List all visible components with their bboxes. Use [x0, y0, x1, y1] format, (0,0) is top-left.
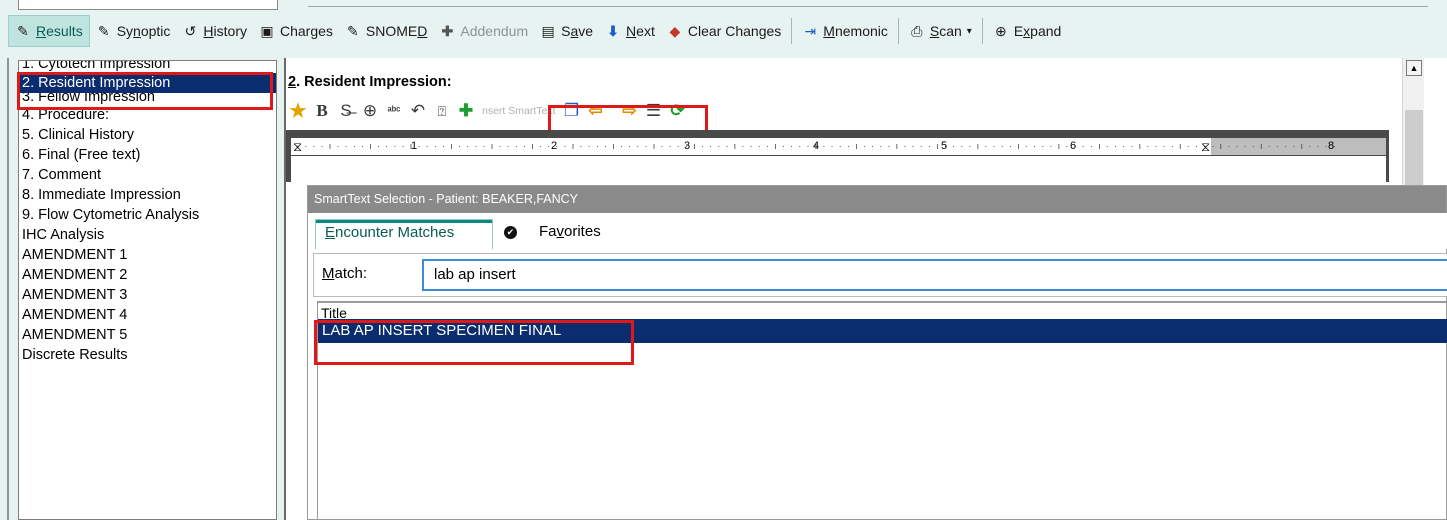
synoptic-label: Synoptic [116, 23, 171, 39]
ruler-number: 3 [684, 140, 691, 152]
ruler-number: 4 [813, 140, 820, 152]
eraser-icon: ◆ [669, 22, 681, 39]
section-item[interactable]: 6. Final (Free text) [19, 145, 276, 165]
toolbar-separator [791, 18, 793, 44]
undo-icon[interactable]: ↶ [406, 101, 430, 121]
addendum-label: Addendum [460, 23, 529, 39]
snomed-label: SNOMED [365, 23, 428, 39]
pencil-icon: ✎ [347, 22, 359, 39]
scan-label: Scan [929, 23, 962, 39]
ruler-number: 1 [411, 140, 418, 152]
scan-icon: ⎙ [911, 22, 923, 39]
expand-icon: ⊕ [994, 22, 1007, 39]
editor-ruler: ····ı····ı····ı····ı····ı····ı····ı····ı… [286, 130, 1389, 182]
section-title: 2. Resident Impression: [288, 74, 452, 90]
charges-button[interactable]: ▣ Charges [253, 15, 339, 47]
smartlist-icon[interactable]: ⍰ [430, 103, 454, 120]
section-item[interactable]: 5. Clinical History [19, 125, 276, 145]
top-field[interactable] [18, 0, 278, 10]
top-divider [308, 6, 1428, 7]
section-item[interactable]: AMENDMENT 3 [19, 285, 276, 305]
match-input[interactable]: lab ap insert [422, 259, 1447, 291]
scroll-up-icon[interactable]: ▲ [1406, 60, 1422, 76]
section-item[interactable]: AMENDMENT 2 [19, 265, 276, 285]
highlight-box [17, 72, 273, 110]
snomed-button[interactable]: ✎ SNOMED [339, 15, 433, 47]
scan-button[interactable]: ⎙ Scan ▾ [903, 15, 978, 47]
dialog-title: SmartText Selection - Patient: BEAKER,FA… [308, 186, 1446, 213]
tab-active-indicator [316, 220, 492, 223]
right-indent-marker-icon[interactable]: ⧖ [1201, 138, 1210, 155]
chevron-down-icon[interactable]: ▾ [967, 26, 972, 37]
top-strip [0, 0, 1447, 12]
clear-changes-button[interactable]: ◆ Clear Changes [661, 15, 787, 47]
match-label: Match: [322, 265, 368, 282]
pencil-icon: ✎ [17, 22, 29, 39]
plus-icon: ✚ [441, 22, 454, 39]
history-icon: ↺ [184, 22, 197, 39]
section-item[interactable]: AMENDMENT 5 [19, 325, 276, 345]
charges-icon: ▣ [260, 22, 274, 39]
addendum-button[interactable]: ✚ Addendum [433, 15, 534, 47]
arrow-down-icon: ⬇ [607, 22, 619, 39]
ruler-ticks: ····ı····ı····ı····ı····ı····ı····ı····ı… [296, 141, 1342, 151]
section-list[interactable]: 1. Cytotech Impression 2. Resident Impre… [18, 60, 277, 520]
left-frame-border [7, 58, 9, 520]
save-label: Save [561, 23, 594, 39]
toolbar-separator [897, 18, 899, 44]
results-label: Results [36, 23, 83, 39]
clear-changes-label: Clear Changes [687, 23, 782, 39]
mnemonic-icon: ⇥ [804, 22, 817, 39]
dialog-tabs: Encounter Matches ✔ Favorites [308, 213, 1447, 249]
match-row: Match: lab ap insert [313, 253, 1447, 297]
section-item[interactable]: AMENDMENT 4 [19, 305, 276, 325]
next-button[interactable]: ⬇ Next [599, 15, 661, 47]
highlight-box [314, 320, 634, 365]
checkmark-icon: ✔ [504, 225, 517, 239]
results-button[interactable]: ✎ Results [8, 15, 90, 47]
section-item[interactable]: Discrete Results [19, 345, 276, 365]
ruler-number: 2 [551, 140, 558, 152]
charges-label: Charges [280, 23, 333, 39]
editor-text-area[interactable] [291, 156, 1386, 182]
star-icon[interactable]: ★ [286, 100, 310, 123]
expand-label: Expand [1013, 23, 1062, 39]
tab-encounter-matches[interactable]: Encounter Matches [315, 219, 493, 249]
history-label: History [203, 23, 247, 39]
mnemonic-label: Mnemonic [823, 23, 888, 39]
section-item[interactable]: 9. Flow Cytometric Analysis [19, 205, 276, 225]
history-button[interactable]: ↺ History [176, 15, 253, 47]
save-icon: ▤ [541, 22, 555, 39]
toolbar-separator [981, 18, 983, 44]
activity-toolbar: ✎ Results ✎ Synoptic ↺ History ▣ Charges… [8, 14, 1067, 48]
bold-icon[interactable]: B [310, 101, 334, 121]
next-label: Next [626, 23, 655, 39]
section-item[interactable]: AMENDMENT 1 [19, 245, 276, 265]
column-header-title[interactable]: Title [318, 303, 1447, 319]
ruler-number: 5 [941, 140, 948, 152]
expand-button[interactable]: ⊕ Expand [987, 15, 1068, 47]
section-item[interactable]: IHC Analysis [19, 225, 276, 245]
left-indent-marker-icon[interactable]: ⧖ [293, 138, 302, 155]
scroll-thumb[interactable] [1405, 110, 1423, 188]
tab-favorites[interactable]: ✔ Favorites [504, 219, 601, 249]
synoptic-button[interactable]: ✎ Synoptic [90, 15, 177, 47]
zoom-icon[interactable]: ⊕ [358, 101, 382, 121]
add-icon[interactable]: ✚ [454, 101, 478, 121]
save-button[interactable]: ▤ Save [534, 15, 599, 47]
spellcheck-icon[interactable]: ᵃᵇᶜ [382, 105, 406, 117]
pencil-icon: ✎ [97, 22, 110, 39]
highlight-box [548, 105, 708, 133]
mnemonic-button[interactable]: ⇥ Mnemonic [796, 15, 894, 47]
section-item[interactable]: 8. Immediate Impression [19, 185, 276, 205]
section-item[interactable]: 7. Comment [19, 165, 276, 185]
strikethrough-icon[interactable]: S̶ [334, 101, 358, 121]
editor-scrollbar[interactable]: ▲ [1402, 58, 1424, 188]
ruler-number: 6 [1070, 140, 1077, 152]
ruler-number: 8 [1328, 140, 1335, 152]
